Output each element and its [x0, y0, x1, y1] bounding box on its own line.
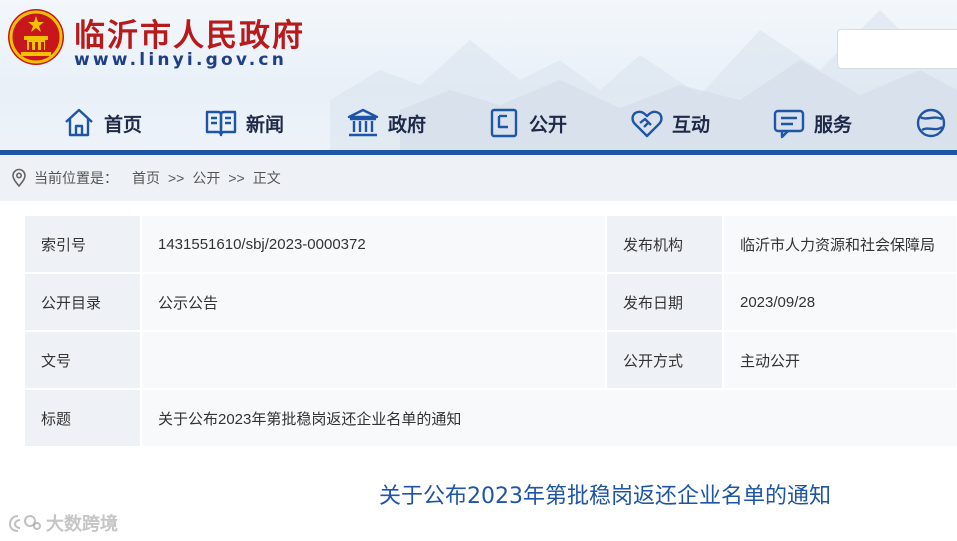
watermark-logo-icon	[8, 515, 41, 532]
breadcrumb-current: 正文	[252, 170, 281, 186]
title-label: 标题	[25, 389, 142, 448]
breadcrumb-prefix: 当前位置是：	[34, 170, 118, 186]
document-info-table: 索引号 1431551610/sbj/2023-0000372 发布机构 临沂市…	[25, 216, 957, 448]
nav-label-service: 服务	[814, 113, 853, 136]
search-input[interactable]	[837, 29, 957, 69]
site-header: 临沂市人民政府 www.linyi.gov.cn 首页 新闻 政府 公开 互动 …	[0, 0, 957, 150]
message-list-icon	[773, 109, 805, 139]
publisher-value: 临沂市人力资源和社会保障局	[723, 216, 957, 274]
site-url[interactable]: www.linyi.gov.cn	[74, 50, 287, 70]
publish-date-value: 2023/09/28	[723, 273, 957, 332]
breadcrumb: 当前位置是： 首页 >> 公开 >> 正文	[0, 155, 957, 201]
location-pin-icon	[12, 168, 26, 188]
catalog-label: 公开目录	[25, 273, 142, 332]
breadcrumb-separator: >>	[168, 170, 185, 186]
book-icon	[205, 110, 237, 137]
government-building-icon	[347, 108, 379, 137]
publish-date-label: 发布日期	[606, 273, 724, 332]
nav-item-government[interactable]: 政府	[346, 100, 426, 146]
nav-label-home: 首页	[104, 113, 143, 136]
watermark-text: 大数跨境	[46, 514, 118, 535]
title-value: 关于公布2023年第批稳岗返还企业名单的通知	[141, 389, 957, 448]
site-title[interactable]: 临沂市人民政府	[74, 10, 305, 55]
publisher-label: 发布机构	[606, 216, 724, 274]
doc-number-label: 文号	[25, 331, 142, 390]
breadcrumb-open-link[interactable]: 公开	[192, 168, 220, 188]
doc-number-value	[141, 331, 607, 390]
national-emblem-icon	[8, 9, 64, 65]
nav-label-government: 政府	[388, 113, 427, 136]
nav-item-service[interactable]: 服务	[772, 100, 852, 146]
catalog-value: 公示公告	[141, 273, 607, 332]
nav-item-open[interactable]: 公开	[487, 100, 567, 146]
main-nav: 首页 新闻 政府 公开 互动 服务	[0, 100, 957, 146]
nav-label-open: 公开	[529, 113, 568, 136]
disclosure-method-label: 公开方式	[606, 331, 724, 390]
nav-item-news[interactable]: 新闻	[204, 100, 284, 146]
index-number-value: 1431551610/sbj/2023-0000372	[141, 216, 607, 274]
disclosure-method-value: 主动公开	[723, 331, 957, 390]
breadcrumb-home-link[interactable]: 首页	[132, 168, 160, 188]
index-number-label: 索引号	[25, 216, 142, 274]
nav-item-interaction[interactable]: 互动	[630, 100, 710, 146]
article-title: 关于公布2023年第批稳岗返还企业名单的通知	[379, 484, 831, 509]
table-row: 文号 公开方式 主动公开	[25, 331, 957, 390]
table-row: 公开目录 公示公告 发布日期 2023/09/28	[25, 273, 957, 332]
document-icon	[490, 108, 518, 138]
breadcrumb-separator: >>	[228, 170, 245, 186]
nav-item-home[interactable]: 首页	[62, 100, 142, 146]
nav-label-interaction: 互动	[672, 113, 711, 136]
globe-icon	[916, 108, 946, 138]
table-row: 标题 关于公布2023年第批稳岗返还企业名单的通知	[25, 389, 957, 448]
nav-item-more[interactable]	[914, 100, 956, 146]
home-icon	[65, 108, 93, 137]
watermark: 大数跨境	[8, 510, 118, 536]
handshake-heart-icon	[631, 110, 663, 138]
table-row: 索引号 1431551610/sbj/2023-0000372 发布机构 临沂市…	[25, 216, 957, 274]
nav-label-news: 新闻	[246, 113, 285, 136]
